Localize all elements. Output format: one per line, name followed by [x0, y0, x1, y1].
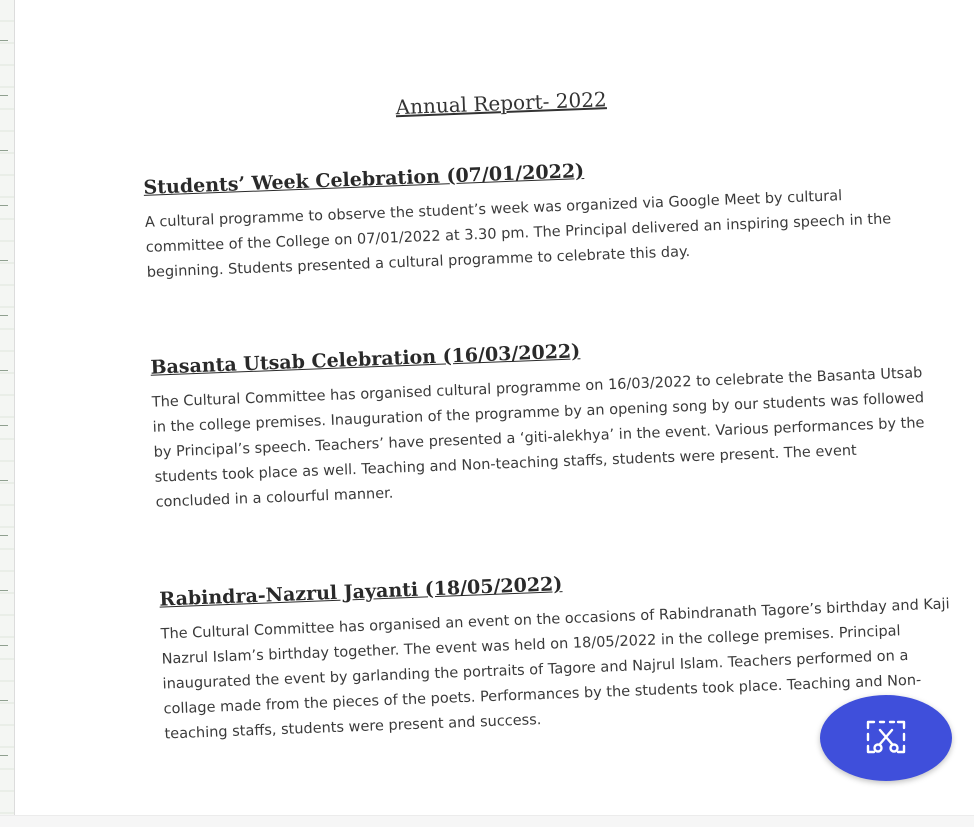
document-content: Annual Report- 2022 Students’ Week Celeb… — [140, 64, 959, 742]
section-body-students-week: A cultural programme to observe the stud… — [144, 188, 892, 281]
bottom-edge-bar — [0, 815, 974, 827]
screenshot-crop-button[interactable] — [820, 695, 952, 781]
section-body-basanta-utsab: The Cultural Committee has organised cul… — [151, 365, 925, 511]
section-heading-basanta-utsab: Basanta Utsab Celebration (16/03/2022) — [150, 340, 581, 379]
section-heading-rabindra-nazrul-jayanti: Rabindra-Nazrul Jayanti (18/05/2022) — [158, 573, 563, 611]
report-title: Annual Report- 2022 — [395, 87, 608, 120]
section-heading-students-week: Students’ Week Celebration (07/01/2022) — [143, 160, 585, 199]
scanned-document-page: Annual Report- 2022 Students’ Week Celeb… — [0, 0, 974, 827]
scissors-crop-icon — [866, 720, 906, 754]
notebook-binding-edge — [0, 0, 15, 826]
